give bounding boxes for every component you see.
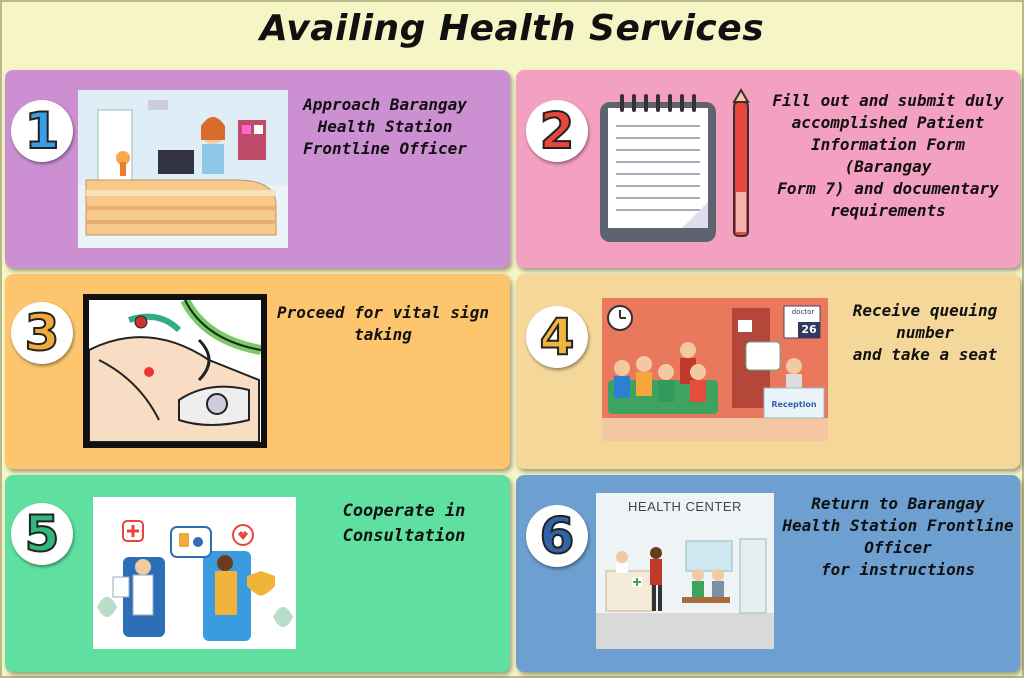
page-title: Availing Health Services: [259, 8, 765, 49]
step-5-panel: 5 Cooperate in Consultation: [5, 475, 510, 672]
reception-desk-icon: [78, 90, 288, 248]
step-4-text: Receive queuing number and take a seat: [852, 301, 998, 364]
step-6-number: 6: [526, 505, 588, 567]
step-2-panel: 2 Fill out and submit duly accomplished: [516, 70, 1020, 268]
step-4-panel: 4 doctor 26 Reception Receive queuing nu…: [516, 274, 1020, 469]
health-center-sign: HEALTH CENTER: [628, 499, 742, 514]
step-3-panel: 3 Proceed for vital sign taking: [5, 274, 510, 469]
queue-number: 26: [801, 323, 817, 336]
step-5-text: Cooperate in Consultation: [342, 501, 466, 546]
step-3-number: 3: [11, 302, 73, 364]
step-1-panel: 1 Approach Barangay Health Station Front…: [5, 70, 510, 268]
waiting-room-icon: doctor 26 Reception: [602, 298, 828, 441]
notepad-pen-icon: [596, 88, 758, 248]
blood-pressure-icon: [83, 294, 267, 448]
step-5-number: 5: [11, 503, 73, 565]
reception-sign: Reception: [771, 400, 817, 409]
step-1-text: Approach Barangay Health Station Frontli…: [303, 95, 467, 158]
step-1-number: 1: [11, 100, 73, 162]
health-center-icon: HEALTH CENTER: [596, 493, 774, 649]
step-4-number: 4: [526, 306, 588, 368]
step-6-panel: 6 HEALTH CENTER Return to Barangay Healt…: [516, 475, 1020, 672]
online-consultation-icon: [93, 497, 296, 649]
step-3-text: Proceed for vital sign taking: [277, 303, 489, 344]
step-2-text: Fill out and submit duly accomplished Pa…: [772, 91, 1004, 220]
step-2-number: 2: [526, 100, 588, 162]
queue-sign: doctor: [791, 308, 815, 316]
step-6-text: Return to Barangay Health Station Frontl…: [782, 494, 1014, 579]
